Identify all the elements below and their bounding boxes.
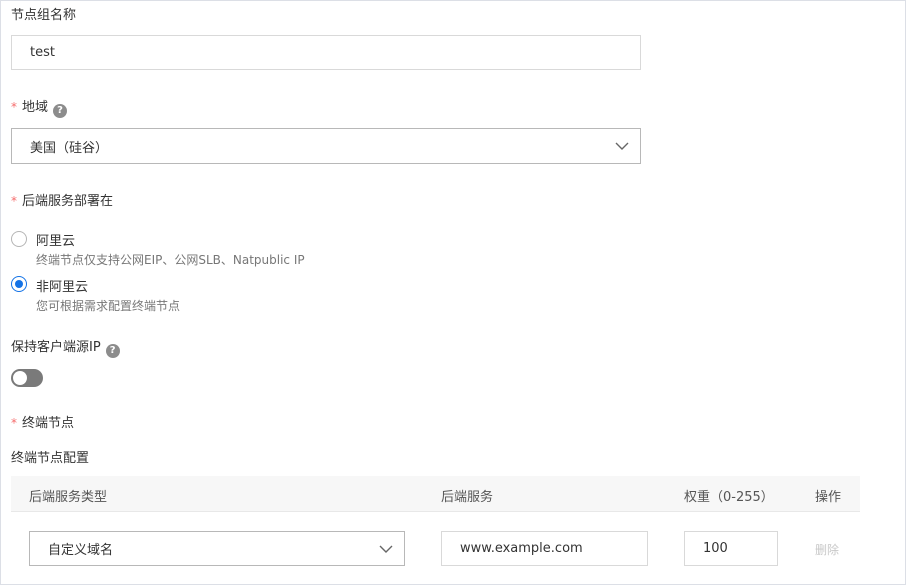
keep-client-ip-label: 保持客户端源IP? <box>11 340 120 358</box>
backend-type-value: 自定义域名 <box>48 543 114 558</box>
endpoints-label-text: 终端节点 <box>22 416 75 431</box>
required-mark: * <box>11 416 17 430</box>
backend-service-input[interactable]: www.example.com <box>441 531 648 566</box>
backend-type-select[interactable]: 自定义域名 <box>29 531 405 566</box>
radio-non-aliyun[interactable] <box>11 276 27 292</box>
keep-client-ip-switch[interactable] <box>11 369 43 387</box>
endpoints-config-label: 终端节点配置 <box>11 451 90 466</box>
radio-non-aliyun-label: 非阿里云 <box>36 280 89 295</box>
required-mark: * <box>11 100 17 114</box>
weight-value: 100 <box>703 541 728 556</box>
help-icon[interactable]: ? <box>105 344 120 358</box>
radio-aliyun-desc: 终端节点仅支持公网EIP、公网SLB、Natpublic IP <box>36 253 305 267</box>
region-select[interactable]: 美国（硅谷） <box>11 128 641 164</box>
region-label-text: 地域 <box>22 100 49 115</box>
region-select-value: 美国（硅谷） <box>30 140 109 156</box>
node-group-name-value: test <box>30 45 55 60</box>
radio-aliyun-label: 阿里云 <box>36 234 76 249</box>
chevron-down-icon <box>379 545 393 553</box>
delete-button[interactable]: 删除 <box>815 541 839 558</box>
column-header-action: 操作 <box>815 490 842 505</box>
backend-deploy-label: * 后端服务部署在 <box>11 193 113 210</box>
weight-input[interactable]: 100 <box>684 531 778 566</box>
radio-aliyun[interactable] <box>11 231 27 247</box>
column-header-backend-service: 后端服务 <box>441 490 494 505</box>
column-header-backend-type: 后端服务类型 <box>29 490 108 505</box>
switch-knob <box>13 371 27 385</box>
endpoints-label: * 终端节点 <box>11 415 74 432</box>
column-header-weight: 权重（0-255） <box>684 490 774 505</box>
chevron-down-icon <box>615 142 629 150</box>
help-icon[interactable]: ? <box>53 104 68 118</box>
node-group-name-label: 节点组名称 <box>11 8 77 23</box>
region-label: * 地域? <box>11 99 68 118</box>
node-group-name-input[interactable]: test <box>11 35 641 70</box>
radio-non-aliyun-desc: 您可根据需求配置终端节点 <box>36 299 181 313</box>
required-mark: * <box>11 194 17 208</box>
backend-deploy-label-text: 后端服务部署在 <box>22 194 114 209</box>
backend-service-value: www.example.com <box>460 541 583 556</box>
keep-client-ip-label-text: 保持客户端源IP <box>11 340 101 355</box>
